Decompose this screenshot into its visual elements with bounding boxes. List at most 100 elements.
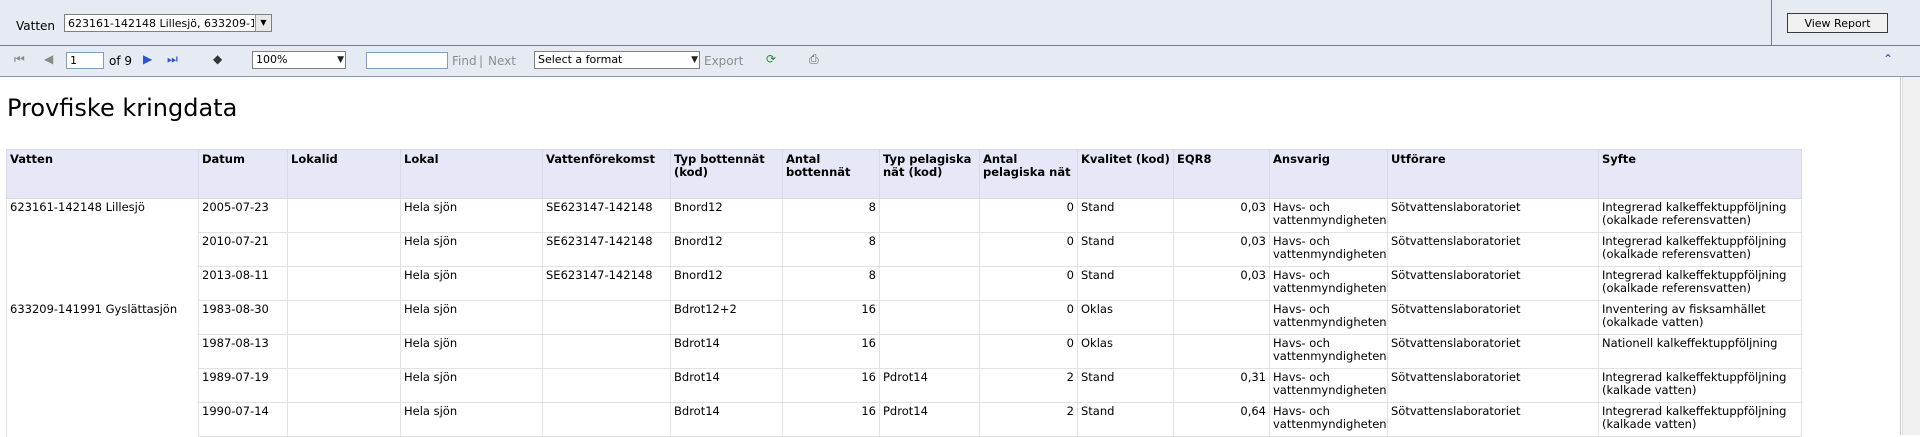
column-header: Lokalid <box>287 149 401 199</box>
table-cell-typ-botten: Bnord12 <box>670 232 783 267</box>
table-cell-antal-botten: 8 <box>782 266 880 301</box>
table-cell-vatten: 633209-141991 Gyslättasjön <box>6 300 199 335</box>
column-header: Syfte <box>1598 149 1802 199</box>
table-cell-utforare: Sötvattenslaboratoriet <box>1387 334 1599 369</box>
table-cell-vattenforekomst <box>542 300 671 335</box>
table-cell-lokal: Hela sjön <box>400 266 543 301</box>
table-cell-eqr8 <box>1173 300 1270 335</box>
page-number-input[interactable]: 1 <box>66 52 104 69</box>
table-cell-vattenforekomst: SE623147-142148 <box>542 266 671 301</box>
last-page-icon[interactable]: ⏭ <box>167 52 178 67</box>
page-count: of 9 <box>109 54 133 68</box>
table-row: 623161-142148 Lillesjö 2005-07-23 Hela sjö… <box>6 198 1802 233</box>
table-cell-lokalid <box>287 402 401 437</box>
table-cell-vatten <box>6 232 199 267</box>
table-row: 633209-141991 Gyslättasjön 1983-08-30 Hela… <box>6 300 1802 335</box>
next-link[interactable]: Next <box>488 54 516 68</box>
table-cell-kvalitet: Stand <box>1077 266 1174 301</box>
table-cell-ansvarig: Havs- och vattenmyndigheten <box>1269 232 1388 267</box>
view-report-button[interactable]: View Report <box>1787 13 1888 33</box>
report-toolbar: ⏮ ◀ 1 of 9 ▶ ⏭ ◆ 100% ▼ Find | Next Sele… <box>0 46 1920 77</box>
table-cell-utforare: Sötvattenslaboratoriet <box>1387 368 1599 403</box>
table-cell-vattenforekomst <box>542 334 671 369</box>
column-header: Ansvarig <box>1269 149 1388 199</box>
table-cell-ansvarig: Havs- och vattenmyndigheten <box>1269 334 1388 369</box>
table-cell-typ-pel <box>879 198 980 233</box>
column-header: Antal bottennät <box>782 149 880 199</box>
table-cell-datum: 2005-07-23 <box>198 198 288 233</box>
collapse-icon[interactable]: ⌃ <box>1883 52 1893 66</box>
table-cell-antal-botten: 16 <box>782 334 880 369</box>
table-row: 1989-07-19 Hela sjön Bdrot14 16 Pdrot14 2 Stan… <box>6 368 1802 403</box>
table-cell-lokal: Hela sjön <box>400 368 543 403</box>
export-format-select[interactable]: Select a format ▼ <box>534 51 700 69</box>
table-cell-antal-pel: 0 <box>979 198 1078 233</box>
table-cell-syfte: Integrerad kalkeffektuppföljning (okalka… <box>1598 198 1802 233</box>
table-cell-utforare: Sötvattenslaboratoriet <box>1387 232 1599 267</box>
table-cell-ansvarig: Havs- och vattenmyndigheten <box>1269 198 1388 233</box>
table-cell-vattenforekomst <box>542 368 671 403</box>
table-cell-antal-pel: 0 <box>979 300 1078 335</box>
table-cell-utforare: Sötvattenslaboratoriet <box>1387 266 1599 301</box>
table-cell-typ-pel <box>879 334 980 369</box>
table-cell-kvalitet: Stand <box>1077 232 1174 267</box>
table-cell-typ-botten: Bdrot14 <box>670 402 783 437</box>
column-header: Vattenförekomst <box>542 149 671 199</box>
report-body: Provfiske kringdata Vatten Datum Lokalid… <box>0 77 1901 437</box>
find-link[interactable]: Find <box>452 54 477 68</box>
table-cell-vatten <box>6 402 199 437</box>
export-link[interactable]: Export <box>704 54 743 68</box>
table-cell-eqr8: 0,03 <box>1173 232 1270 267</box>
column-header: Lokal <box>400 149 543 199</box>
column-header: Utförare <box>1387 149 1599 199</box>
table-cell-vattenforekomst: SE623147-142148 <box>542 198 671 233</box>
table-row: 1987-08-13 Hela sjön Bdrot14 16 0 Oklas Havs- … <box>6 334 1802 369</box>
table-cell-lokalid <box>287 232 401 267</box>
table-cell-kvalitet: Stand <box>1077 402 1174 437</box>
table-cell-vatten: 623161-142148 Lillesjö <box>6 198 199 233</box>
zoom-select[interactable]: 100% ▼ <box>252 51 346 69</box>
table-cell-antal-pel: 2 <box>979 402 1078 437</box>
table-cell-eqr8 <box>1173 334 1270 369</box>
table-cell-lokalid <box>287 368 401 403</box>
find-input[interactable] <box>366 52 448 69</box>
table-cell-kvalitet: Stand <box>1077 198 1174 233</box>
table-cell-typ-botten: Bdrot12+2 <box>670 300 783 335</box>
table-cell-syfte: Nationell kalkeffektuppföljning <box>1598 334 1802 369</box>
chevron-down-icon: ▼ <box>337 55 344 65</box>
vertical-scrollbar[interactable] <box>1902 77 1920 435</box>
next-page-icon[interactable]: ▶ <box>143 52 152 66</box>
chevron-down-icon: ▼ <box>691 55 698 65</box>
table-cell-antal-botten: 16 <box>782 368 880 403</box>
vatten-select-value: 623161-142148 Lillesjö, 633209-141991 Gy… <box>68 17 254 30</box>
vatten-select[interactable]: 623161-142148 Lillesjö, 633209-141991 Gy… <box>64 14 272 32</box>
first-page-icon[interactable]: ⏮ <box>14 52 25 67</box>
column-header: Typ pelagiska nät (kod) <box>879 149 980 199</box>
refresh-icon[interactable]: ⟳ <box>766 52 776 66</box>
table-cell-kvalitet: Stand <box>1077 368 1174 403</box>
chevron-down-icon[interactable]: ▼ <box>255 15 271 31</box>
column-header: Vatten <box>6 149 199 199</box>
table-cell-lokal: Hela sjön <box>400 198 543 233</box>
table-cell-lokalid <box>287 300 401 335</box>
table-cell-lokal: Hela sjön <box>400 402 543 437</box>
back-icon[interactable]: ◆ <box>213 52 222 66</box>
table-cell-datum: 1989-07-19 <box>198 368 288 403</box>
table-cell-datum: 2010-07-21 <box>198 232 288 267</box>
print-icon[interactable]: ⎙ <box>809 52 819 67</box>
table-cell-vatten <box>6 266 199 301</box>
table-cell-syfte: Integrerad kalkeffektuppföljning (okalka… <box>1598 266 1802 301</box>
table-cell-datum: 1987-08-13 <box>198 334 288 369</box>
page-title: Provfiske kringdata <box>7 94 238 122</box>
table-cell-datum: 2013-08-11 <box>198 266 288 301</box>
table-row: 1990-07-14 Hela sjön Bdrot14 16 Pdrot14 2 Stan… <box>6 402 1802 437</box>
table-cell-eqr8: 0,03 <box>1173 266 1270 301</box>
table-cell-datum: 1990-07-14 <box>198 402 288 437</box>
table-row: 2010-07-21 Hela sjön SE623147-142148 Bnord1… <box>6 232 1802 267</box>
vatten-label: Vatten <box>16 19 56 33</box>
table-cell-vatten <box>6 368 199 403</box>
parameter-area: Vatten 623161-142148 Lillesjö, 633209-14… <box>0 0 1920 46</box>
table-cell-syfte: Integrerad kalkeffektuppföljning (kalkad… <box>1598 368 1802 403</box>
table-cell-lokalid <box>287 198 401 233</box>
previous-page-icon[interactable]: ◀ <box>44 52 53 66</box>
